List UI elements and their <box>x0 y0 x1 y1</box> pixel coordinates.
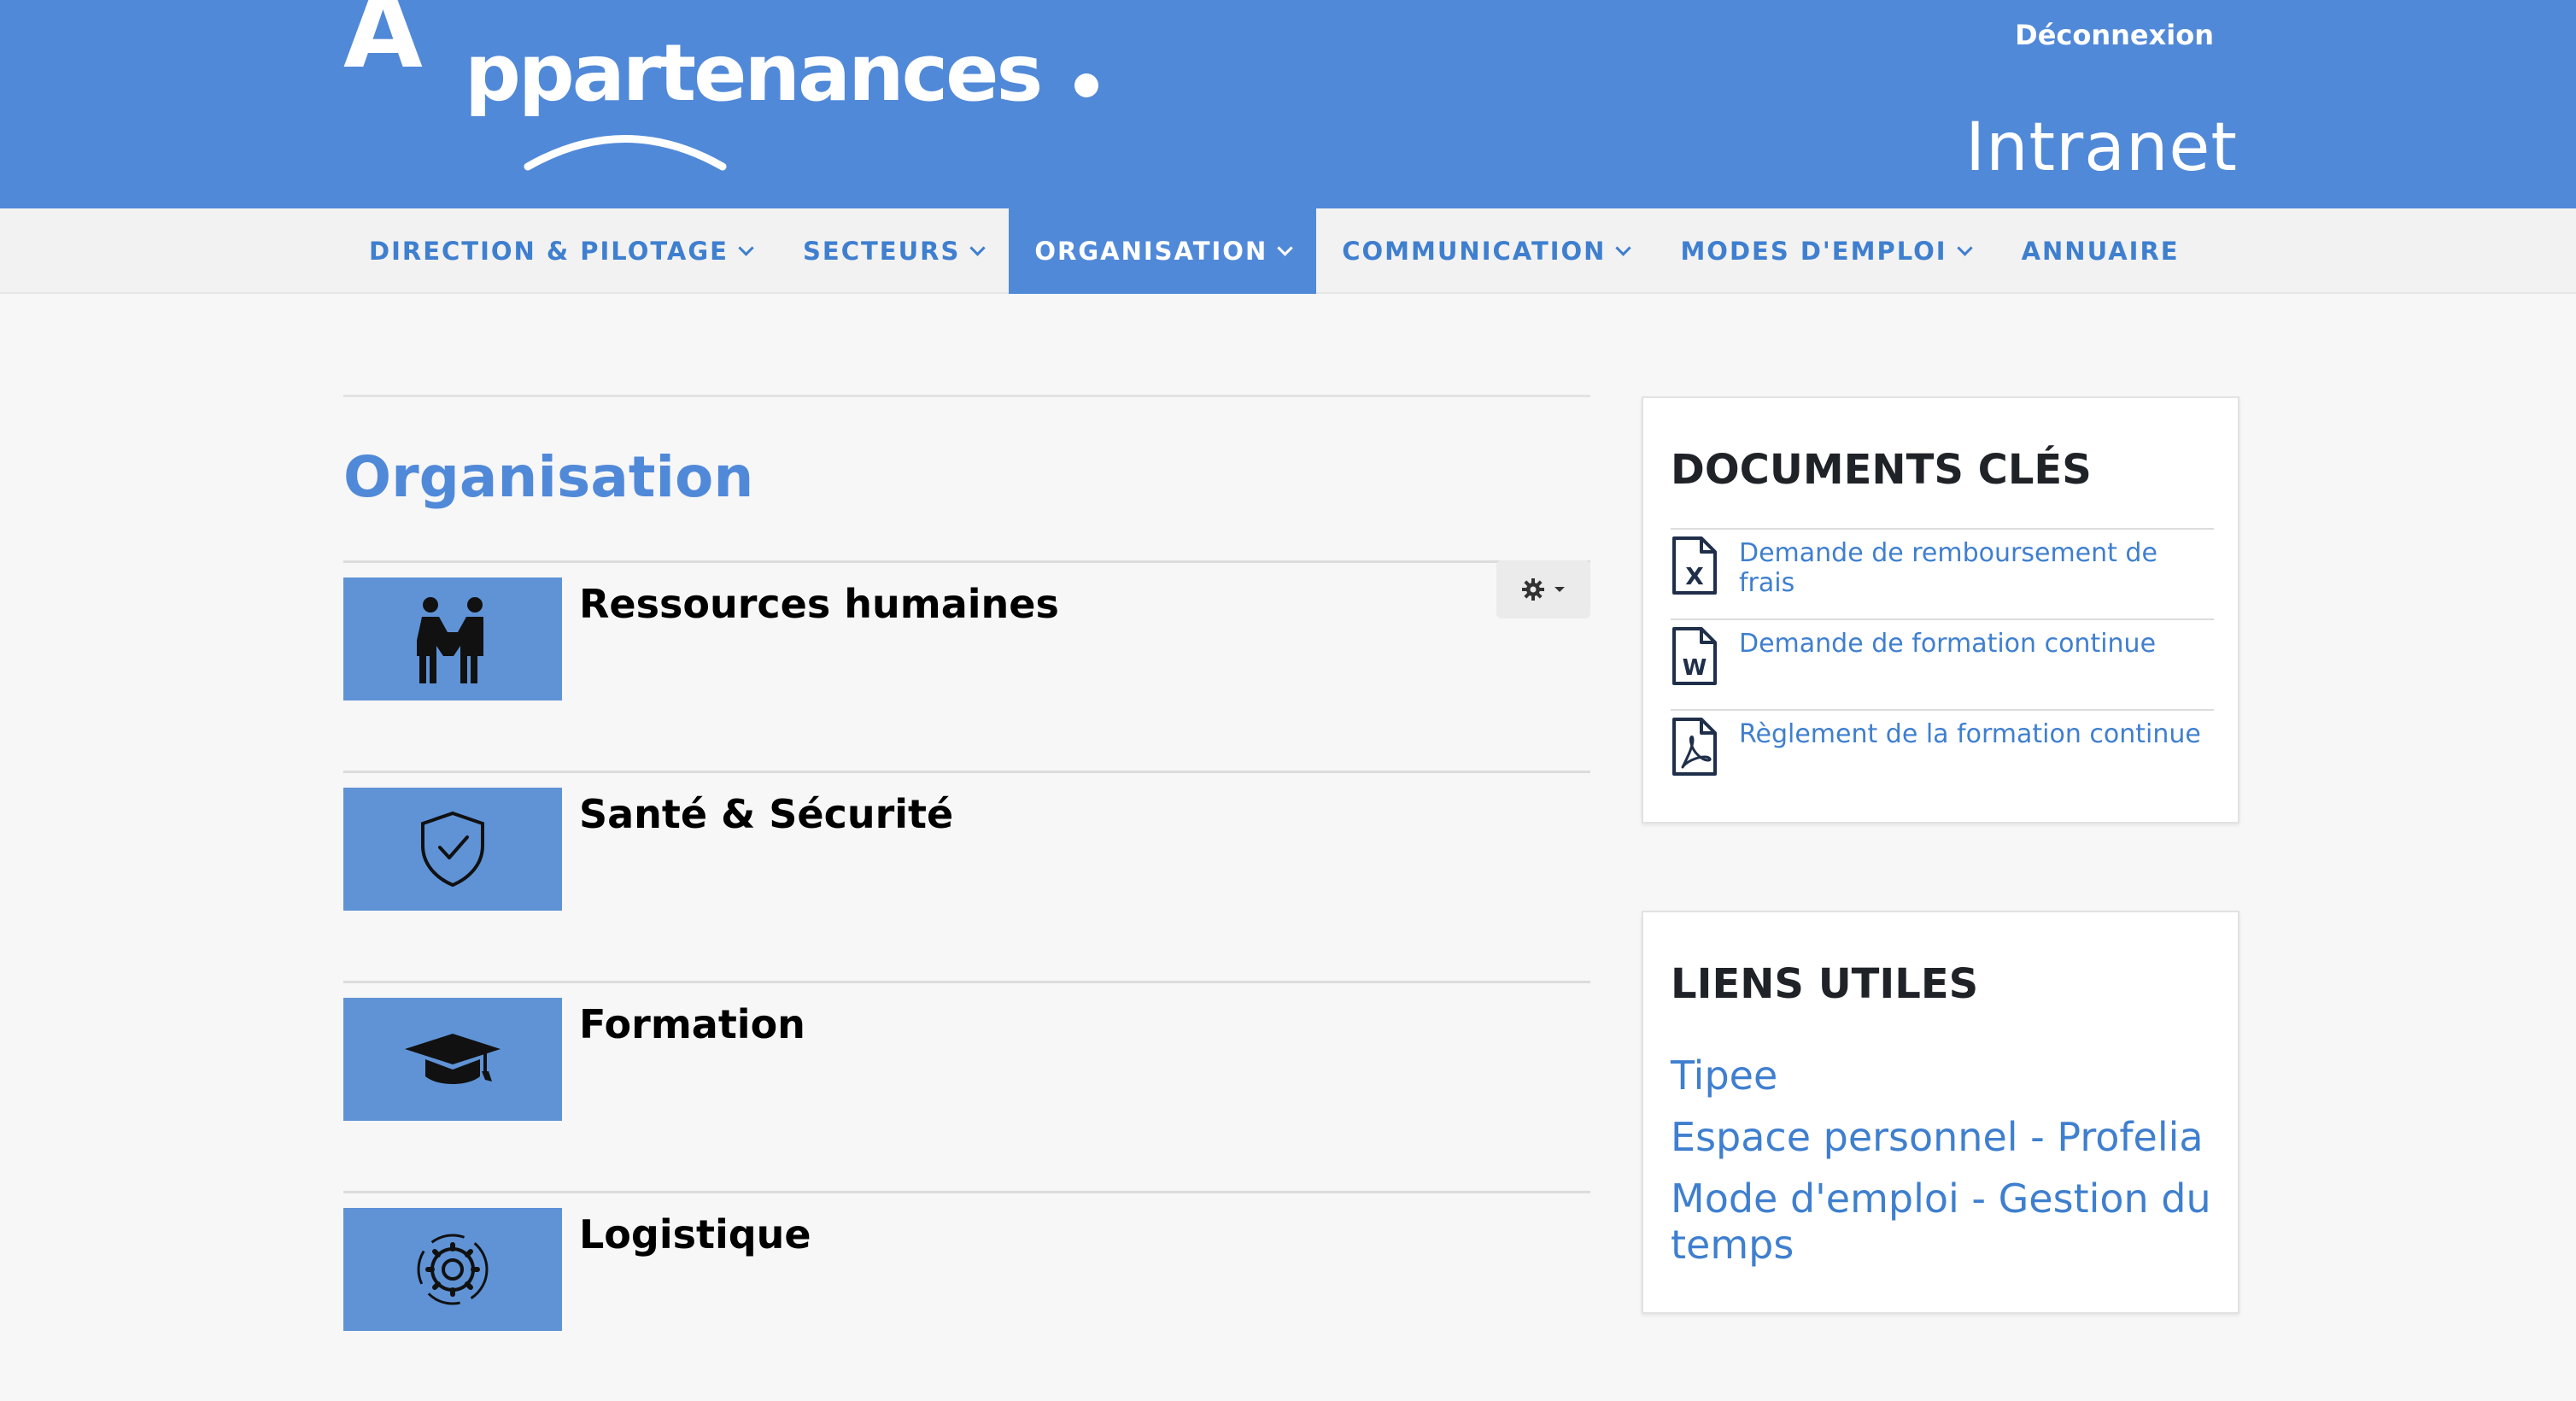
nav-label: MODES D'EMPLOI <box>1680 237 1947 266</box>
section-divider <box>343 1191 1590 1193</box>
links-card-title: LIENS UTILES <box>1671 960 1979 1008</box>
gear-icon <box>1522 578 1544 601</box>
document-item[interactable]: W Demande de formation continue <box>1671 618 2214 709</box>
section-sante-securite[interactable]: Santé & Sécurité <box>343 771 1590 911</box>
logout-link[interactable]: Déconnexion <box>2015 19 2214 51</box>
caret-down-icon <box>1554 587 1565 592</box>
page-title: Organisation <box>343 444 754 510</box>
useful-link-gestion-temps[interactable]: Mode d'emploi - Gestion du temps <box>1671 1175 2217 1268</box>
logo-wordmark: ppartenances <box>465 27 1043 119</box>
useful-link-tipee[interactable]: Tipee <box>1671 1052 2217 1099</box>
svg-text:W: W <box>1683 655 1707 681</box>
nav-item-communication[interactable]: COMMUNICATION <box>1316 208 1654 294</box>
nav-item-organisation[interactable]: ORGANISATION <box>1009 208 1317 294</box>
section-tile[interactable] <box>343 788 562 911</box>
section-tile[interactable] <box>343 577 562 700</box>
documents-card: DOCUMENTS CLÉS X Demande de remboursemen… <box>1642 396 2239 824</box>
gear-cycle-icon <box>417 1234 489 1305</box>
nav-label: ANNUAIRE <box>2021 237 2180 266</box>
section-logistique[interactable]: Logistique <box>343 1191 1590 1331</box>
document-link[interactable]: Règlement de la formation continue <box>1739 719 2201 749</box>
excel-file-icon: X <box>1672 536 1717 595</box>
documents-card-title: DOCUMENTS CLÉS <box>1671 446 2092 494</box>
word-file-icon: W <box>1672 627 1717 685</box>
links-card: LIENS UTILES Tipee Espace personnel - Pr… <box>1642 911 2239 1314</box>
settings-dropdown-button[interactable] <box>1496 560 1590 618</box>
section-label[interactable]: Formation <box>579 1001 805 1047</box>
main-content: Organisation Ressources humaines Santé &… <box>343 395 1590 1331</box>
nav-label: ORGANISATION <box>1034 237 1268 266</box>
document-link[interactable]: Demande de remboursement de frais <box>1739 538 2214 598</box>
section-tile[interactable] <box>343 998 562 1121</box>
graduation-cap-icon <box>405 1034 501 1084</box>
document-item[interactable]: X Demande de remboursement de frais <box>1671 528 2214 618</box>
useful-link-profelia[interactable]: Espace personnel - Profelia <box>1671 1114 2217 1160</box>
shield-check-icon <box>421 811 484 888</box>
chevron-down-icon <box>1615 239 1632 256</box>
intranet-title: Intranet <box>1965 109 2238 186</box>
logo-arc <box>524 135 727 171</box>
section-divider <box>343 771 1590 773</box>
chevron-down-icon <box>1277 239 1293 256</box>
nav-label: SECTEURS <box>803 237 961 266</box>
title-divider <box>343 395 1590 397</box>
nav-label: COMMUNICATION <box>1342 237 1607 266</box>
pdf-file-icon <box>1672 718 1717 776</box>
section-label[interactable]: Ressources humaines <box>579 581 1059 627</box>
nav-label: DIRECTION & PILOTAGE <box>369 237 729 266</box>
chevron-down-icon <box>1956 239 1973 256</box>
chevron-down-icon <box>738 239 754 256</box>
section-label[interactable]: Santé & Sécurité <box>579 791 953 837</box>
search-button[interactable] <box>2205 208 2257 294</box>
handshake-icon <box>417 597 483 683</box>
document-item[interactable]: Règlement de la formation continue <box>1671 709 2214 800</box>
section-formation[interactable]: Formation <box>343 981 1590 1121</box>
nav-item-modes-emploi[interactable]: MODES D'EMPLOI <box>1654 208 1995 294</box>
document-link[interactable]: Demande de formation continue <box>1739 629 2156 659</box>
svg-text:X: X <box>1685 562 1704 590</box>
nav-item-annuaire[interactable]: ANNUAIRE <box>1996 208 2205 294</box>
main-nav: DIRECTION & PILOTAGE SECTEURS ORGANISATI… <box>0 208 2576 294</box>
nav-item-secteurs[interactable]: SECTEURS <box>777 208 1009 294</box>
logo-letter: A <box>343 0 423 91</box>
section-ressources-humaines[interactable]: Ressources humaines <box>343 560 1590 700</box>
section-label[interactable]: Logistique <box>579 1211 811 1257</box>
section-divider <box>343 560 1590 563</box>
nav-item-direction-pilotage[interactable]: DIRECTION & PILOTAGE <box>343 208 777 294</box>
site-header: A ppartenances Déconnexion Intranet <box>0 0 2576 208</box>
chevron-down-icon <box>969 239 986 256</box>
logo-dot <box>1074 73 1098 97</box>
site-logo[interactable]: A ppartenances <box>343 0 1112 179</box>
section-tile[interactable] <box>343 1208 562 1331</box>
section-divider <box>343 981 1590 983</box>
